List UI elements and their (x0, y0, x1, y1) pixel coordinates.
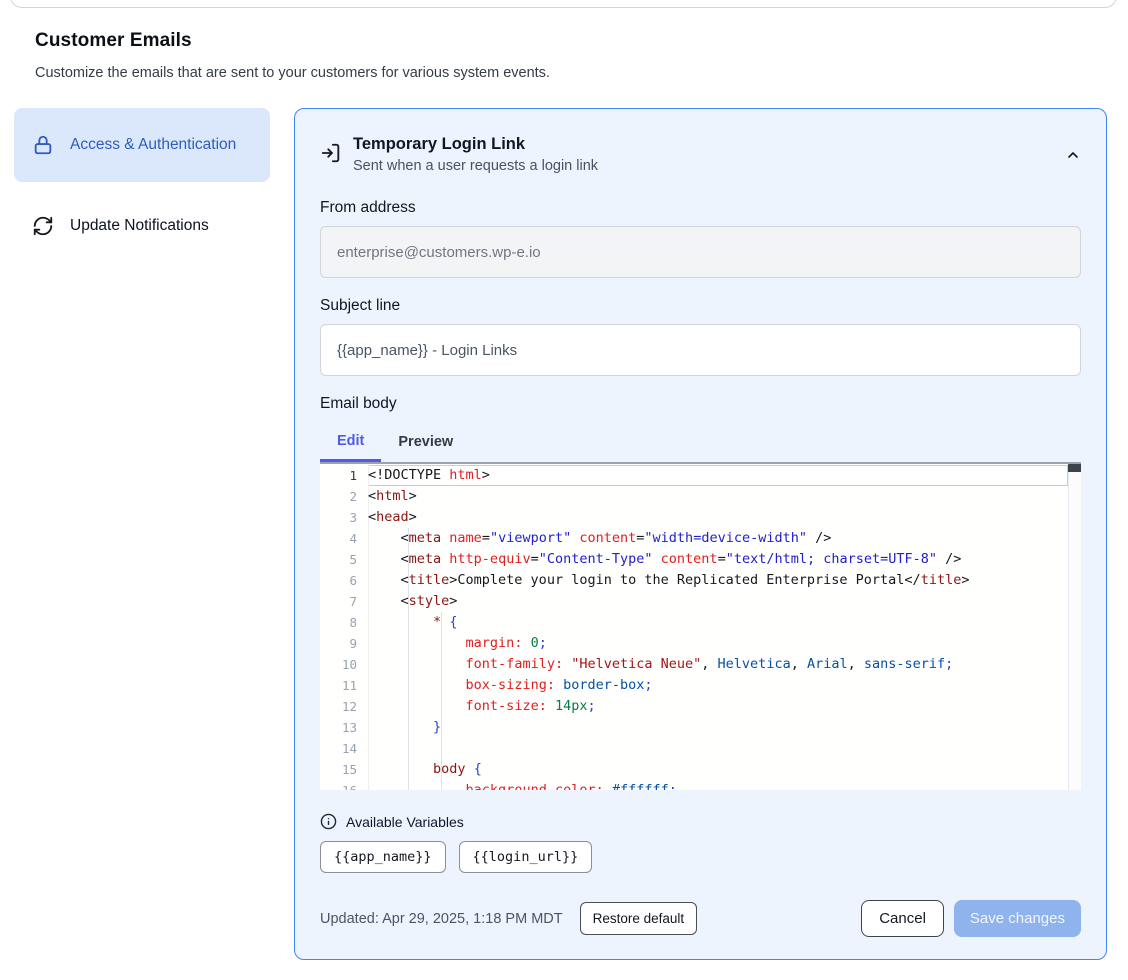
code-line: 3<head> (320, 507, 1081, 528)
subject-line-input[interactable] (320, 324, 1081, 376)
sidebar: Access & Authentication Update Notificat… (14, 108, 270, 251)
page-header: Customer Emails Customize the emails tha… (0, 0, 1128, 81)
cancel-button[interactable]: Cancel (861, 900, 944, 937)
line-number: 10 (320, 654, 368, 675)
code-line: 9 margin: 0; (320, 633, 1081, 654)
line-number: 12 (320, 696, 368, 717)
code-line: 5 <meta http-equiv="Content-Type" conten… (320, 549, 1081, 570)
code-line: 13 } (320, 717, 1081, 738)
content-row: Access & Authentication Update Notificat… (0, 108, 1128, 960)
available-variables-row: Available Variables (320, 813, 1081, 830)
code-line: 6 <title>Complete your login to the Repl… (320, 570, 1081, 591)
info-icon (320, 813, 337, 830)
sidebar-item-label: Access & Authentication (70, 133, 236, 157)
line-number: 5 (320, 549, 368, 570)
chevron-up-icon (1065, 147, 1081, 163)
code-line: 7 <style> (320, 591, 1081, 612)
log-in-icon (320, 142, 344, 164)
code-line: 11 box-sizing: border-box; (320, 675, 1081, 696)
variable-chip[interactable]: {{app_name}} (320, 841, 446, 873)
line-number: 6 (320, 570, 368, 591)
email-body-label: Email body (320, 395, 1081, 413)
from-address-label: From address (320, 199, 1081, 217)
line-number: 2 (320, 486, 368, 507)
from-address-input[interactable] (320, 226, 1081, 278)
line-number: 13 (320, 717, 368, 738)
panel-header: Temporary Login Link Sent when a user re… (320, 135, 1081, 174)
subject-line-label: Subject line (320, 297, 1081, 315)
restore-default-button[interactable]: Restore default (580, 902, 698, 935)
tab-preview[interactable]: Preview (381, 422, 470, 462)
code-line: 1<!DOCTYPE html> (320, 465, 1081, 486)
panel-header-text: Temporary Login Link Sent when a user re… (353, 135, 598, 174)
panel-footer: Updated: Apr 29, 2025, 1:18 PM MDT Resto… (320, 900, 1081, 937)
variable-chip[interactable]: {{login_url}} (459, 841, 593, 873)
lock-icon (31, 134, 55, 156)
previous-card-bottom-edge (10, 0, 1117, 8)
line-number: 11 (320, 675, 368, 696)
temporary-login-link-panel: Temporary Login Link Sent when a user re… (294, 108, 1107, 960)
sidebar-item-update-notifications[interactable]: Update Notifications (14, 201, 270, 251)
sidebar-item-label: Update Notifications (70, 214, 209, 238)
code-line: 14 (320, 738, 1081, 759)
sidebar-item-access-authentication[interactable]: Access & Authentication (14, 108, 270, 182)
line-number: 1 (320, 465, 368, 486)
available-variables-label: Available Variables (346, 814, 464, 830)
line-number: 3 (320, 507, 368, 528)
editor-scrollbar-thumb[interactable] (1068, 464, 1081, 472)
code-editor[interactable]: 1<!DOCTYPE html>2<html>3<head>4 <meta na… (320, 464, 1081, 790)
page-subtitle: Customize the emails that are sent to yo… (35, 65, 1093, 81)
line-number: 16 (320, 780, 368, 790)
variable-chips: {{app_name}} {{login_url}} (320, 841, 1081, 873)
code-line: 15 body { (320, 759, 1081, 780)
save-changes-button[interactable]: Save changes (954, 900, 1081, 937)
code-line: 4 <meta name="viewport" content="width=d… (320, 528, 1081, 549)
line-number: 7 (320, 591, 368, 612)
line-number: 4 (320, 528, 368, 549)
line-number: 14 (320, 738, 368, 759)
line-number: 8 (320, 612, 368, 633)
email-body-tabs: Edit Preview (320, 422, 1081, 464)
line-number: 15 (320, 759, 368, 780)
panel-title: Temporary Login Link (353, 135, 598, 154)
editor-lines: 1<!DOCTYPE html>2<html>3<head>4 <meta na… (320, 464, 1081, 790)
page-title: Customer Emails (35, 30, 1093, 52)
code-line: 8 * { (320, 612, 1081, 633)
line-number: 9 (320, 633, 368, 654)
code-line: 12 font-size: 14px; (320, 696, 1081, 717)
updated-timestamp: Updated: Apr 29, 2025, 1:18 PM MDT (320, 911, 563, 927)
code-line: 2<html> (320, 486, 1081, 507)
code-line: 16 background-color: #ffffff; (320, 780, 1081, 790)
code-line: 10 font-family: "Helvetica Neue", Helvet… (320, 654, 1081, 675)
panel-subtitle: Sent when a user requests a login link (353, 158, 598, 174)
editor-scrollbar[interactable] (1068, 464, 1081, 790)
refresh-icon (31, 215, 55, 237)
collapse-button[interactable] (1065, 145, 1081, 165)
tab-edit[interactable]: Edit (320, 422, 381, 462)
